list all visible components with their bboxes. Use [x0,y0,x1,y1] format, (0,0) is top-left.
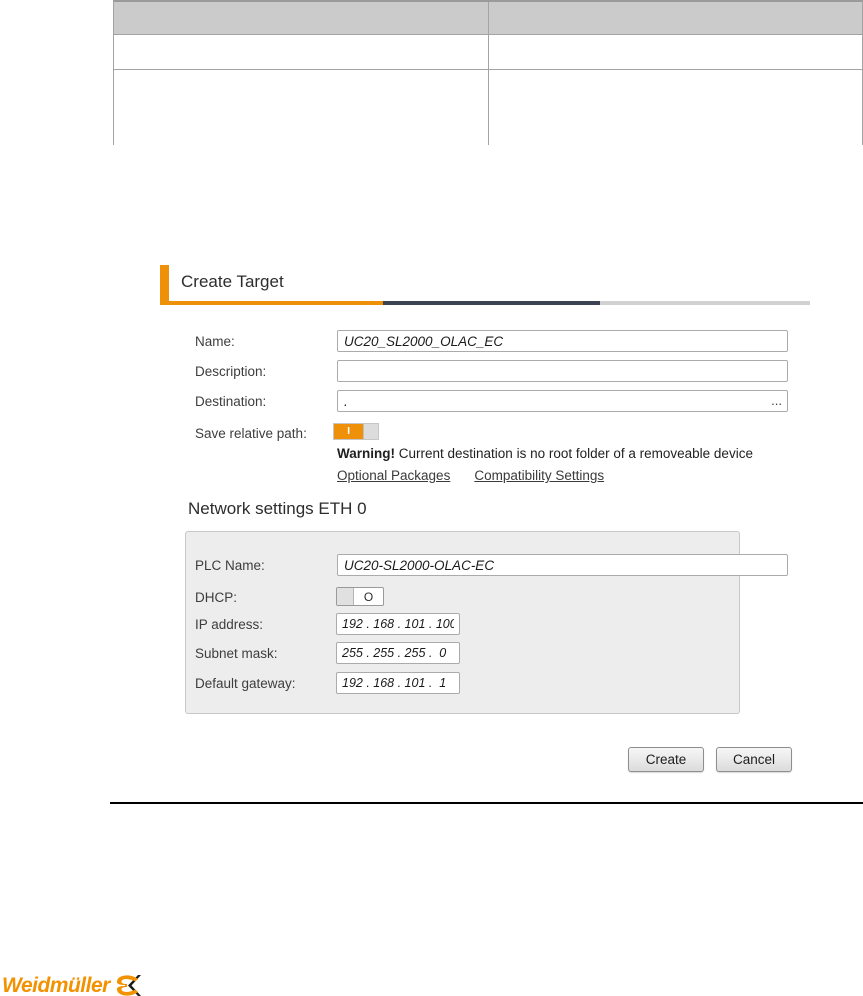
top-table [113,0,863,145]
weidmuller-logo-text: Weidmüller [2,974,110,996]
destination-field: ... [337,390,788,412]
toggle-on-glyph: I [334,424,364,439]
destination-label: Destination: [195,394,267,409]
table-header-cell [489,2,862,35]
title-progress-bar [160,301,810,305]
table-cell [489,70,862,145]
title-accent-bar [160,265,169,302]
weidmuller-logo-mark-icon [114,975,141,996]
dhcp-toggle[interactable]: O [336,587,384,606]
toggle-knob [363,424,378,439]
name-input[interactable] [337,330,788,352]
manual-page: Create Target Name: Description: Destina… [0,0,863,996]
default-gateway-label: Default gateway: [195,676,296,691]
toggle-knob [337,588,354,605]
save-relative-path-toggle[interactable]: I [333,423,379,440]
table-cell [489,35,862,70]
table-header-cell [114,2,489,35]
plc-name-label: PLC Name: [195,558,265,573]
default-gateway-input[interactable] [336,672,460,694]
subnet-mask-input[interactable] [336,642,460,664]
footer-divider [110,802,863,804]
toggle-off-glyph: O [363,589,374,604]
destination-input[interactable] [337,390,788,412]
ip-address-input[interactable] [336,613,460,635]
progress-segment-orange [160,301,383,305]
compatibility-settings-link[interactable]: Compatibility Settings [474,468,604,483]
links-row: Optional Packages Compatibility Settings [337,468,604,483]
optional-packages-link[interactable]: Optional Packages [337,468,450,483]
browse-button[interactable]: ... [771,392,782,410]
warning-prefix: Warning! [337,446,395,461]
table-cell [114,70,489,145]
table-cell [114,35,489,70]
description-label: Description: [195,364,267,379]
ip-address-label: IP address: [195,617,264,632]
dhcp-label: DHCP: [195,590,238,605]
page-title: Create Target [181,272,284,291]
weidmuller-logo: Weidmüller [2,975,141,996]
subnet-mask-label: Subnet mask: [195,646,278,661]
create-button[interactable]: Create [628,747,704,772]
name-label: Name: [195,334,235,349]
plc-name-input[interactable] [337,554,788,576]
description-input[interactable] [337,360,788,382]
warning-text: Warning! Current destination is no root … [337,446,753,461]
save-relative-path-label: Save relative path: [195,426,307,441]
network-settings-heading: Network settings ETH 0 [188,499,367,518]
progress-segment-dark [383,301,600,305]
progress-segment-light [600,301,810,305]
warning-body: Current destination is no root folder of… [395,446,753,461]
cancel-button[interactable]: Cancel [716,747,792,772]
